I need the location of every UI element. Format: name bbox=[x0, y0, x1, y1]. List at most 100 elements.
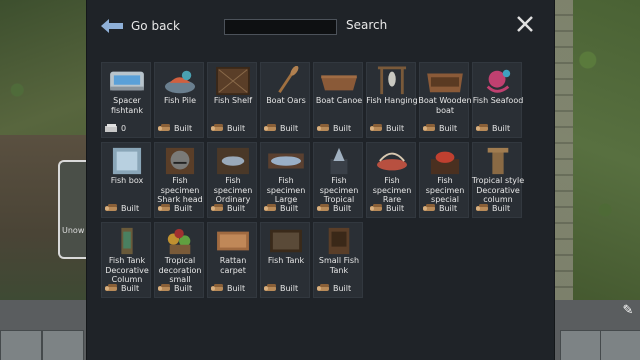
build-item-status: Built bbox=[104, 282, 139, 294]
wood-material-icon bbox=[211, 284, 223, 291]
build-item-status: Built bbox=[422, 202, 457, 214]
build-item-label: Spacer fishtank bbox=[110, 96, 144, 115]
build-item-status-text: Built bbox=[227, 203, 246, 213]
fish-specimen-tropical-icon bbox=[330, 147, 348, 175]
go-back-button[interactable]: Go back bbox=[101, 17, 180, 35]
build-item-status: Built bbox=[422, 122, 457, 134]
fish-tank-icon bbox=[270, 229, 302, 253]
build-item-small-fish-tank[interactable]: Small Fish Tank Built bbox=[313, 222, 363, 298]
build-item-status-text: Built bbox=[333, 283, 352, 293]
wood-material-icon bbox=[476, 204, 488, 211]
build-item-status-text: Built bbox=[386, 203, 405, 213]
build-item-status-text: Built bbox=[333, 203, 352, 213]
build-item-wooden-boat[interactable]: Boat Wooden boat Built bbox=[418, 62, 472, 138]
wood-material-icon bbox=[105, 284, 117, 291]
build-item-label: Fish specimen Rare bbox=[372, 176, 412, 204]
build-item-rattan-carpet[interactable]: Rattan carpet Built bbox=[207, 222, 257, 298]
build-item-fish-tank-column[interactable]: Fish Tank Decorative Column Built bbox=[101, 222, 151, 298]
build-item-fish-specimen-ordinary[interactable]: Fish specimen Ordinary Built bbox=[207, 142, 257, 218]
fish-pile-icon bbox=[165, 70, 195, 94]
build-item-status: 0 bbox=[104, 122, 126, 134]
build-item-status-text: Built bbox=[280, 123, 299, 133]
map-object-bench[interactable] bbox=[58, 160, 88, 259]
search-input[interactable] bbox=[224, 19, 337, 35]
wood-material-icon bbox=[211, 124, 223, 131]
wood-material-icon bbox=[370, 124, 382, 131]
build-item-fish-pile[interactable]: Fish Pile Built bbox=[154, 62, 204, 138]
build-item-fish-tank[interactable]: Fish Tank Built bbox=[260, 222, 310, 298]
architect-dialog: Go back Search Spacer fishtank 0 Fish Pile… bbox=[86, 0, 555, 360]
build-item-status-text: Built bbox=[439, 123, 458, 133]
fish-specimen-ordinary-icon bbox=[217, 147, 249, 175]
build-item-status-text: Built bbox=[174, 203, 193, 213]
build-item-fish-specimen-large[interactable]: Fish specimen Large Built bbox=[260, 142, 310, 218]
wood-material-icon bbox=[264, 124, 276, 131]
wood-material-icon bbox=[370, 204, 382, 211]
build-item-status: Built bbox=[475, 202, 510, 214]
build-item-spacer-fishtank[interactable]: Spacer fishtank 0 bbox=[101, 62, 151, 138]
build-item-label: Fish Seafood bbox=[472, 96, 524, 105]
wood-material-icon bbox=[158, 284, 170, 291]
build-item-status: Built bbox=[210, 202, 245, 214]
build-item-label: Boat Wooden boat bbox=[418, 96, 472, 115]
seafood-icon bbox=[486, 69, 511, 93]
build-item-fish-hanging[interactable]: Fish Hanging Built bbox=[366, 62, 418, 138]
build-item-label: Boat Oars bbox=[266, 96, 306, 105]
tropical-decoration-icon bbox=[167, 228, 191, 255]
build-item-status-text: Built bbox=[174, 283, 193, 293]
build-item-label: Fish Tank bbox=[267, 256, 305, 265]
build-item-label: Boat Canoe bbox=[315, 96, 363, 105]
build-item-status: Built bbox=[157, 202, 192, 214]
build-item-status: Built bbox=[263, 282, 298, 294]
stone-wall-right bbox=[553, 0, 573, 300]
rattan-carpet-icon bbox=[217, 231, 249, 251]
build-item-status-text: Built bbox=[121, 283, 140, 293]
spacer-fishtank-icon bbox=[110, 71, 144, 91]
build-item-boat-oars[interactable]: Boat Oars Built bbox=[260, 62, 310, 138]
build-item-seafood[interactable]: Fish Seafood Built bbox=[472, 62, 524, 138]
build-item-status: Built bbox=[263, 202, 298, 214]
build-item-label: Fish Hanging bbox=[366, 96, 418, 105]
build-item-fish-specimen-special[interactable]: Fish specimen special Built bbox=[419, 142, 469, 218]
build-item-status: Built bbox=[210, 122, 245, 134]
build-item-label: Fish specimen Shark head bbox=[157, 176, 203, 204]
build-item-label: Fish Shelf bbox=[213, 96, 253, 105]
fish-specimen-large-icon bbox=[268, 153, 304, 169]
go-back-label: Go back bbox=[131, 19, 180, 33]
close-icon[interactable] bbox=[514, 13, 536, 35]
small-fish-tank-icon bbox=[328, 227, 350, 255]
build-item-shark-head[interactable]: Fish specimen Shark head Built bbox=[154, 142, 204, 218]
wood-material-icon bbox=[105, 204, 117, 211]
build-item-fish-box[interactable]: Fish box Built bbox=[101, 142, 151, 218]
build-item-label: Tropical decoration small bbox=[158, 256, 202, 284]
build-item-tropical-column[interactable]: Tropical style Decorative column Built bbox=[472, 142, 524, 218]
build-item-fish-shelf[interactable]: Fish Shelf Built bbox=[207, 62, 257, 138]
build-item-status-text: Built bbox=[227, 283, 246, 293]
build-item-status: Built bbox=[369, 122, 404, 134]
build-item-status: Built bbox=[157, 282, 192, 294]
fish-box-icon bbox=[112, 147, 142, 175]
fish-hanging-icon bbox=[377, 66, 407, 95]
build-item-fish-specimen-rare[interactable]: Fish specimen Rare Built bbox=[366, 142, 416, 218]
build-item-status-text: Built bbox=[280, 203, 299, 213]
fish-specimen-rare-icon bbox=[377, 152, 407, 171]
build-item-status-text: Built bbox=[439, 203, 458, 213]
wood-material-icon bbox=[317, 284, 329, 291]
wood-material-icon bbox=[423, 124, 435, 131]
wood-material-icon bbox=[158, 204, 170, 211]
steel-material-icon bbox=[105, 124, 117, 132]
build-item-fish-specimen-tropical[interactable]: Fish specimen Tropical Built bbox=[313, 142, 363, 218]
build-item-tropical-decoration[interactable]: Tropical decoration small Built bbox=[154, 222, 204, 298]
wood-material-icon bbox=[317, 204, 329, 211]
boat-canoe-icon bbox=[321, 75, 357, 91]
build-item-status-text: Built bbox=[227, 123, 246, 133]
build-item-status: Built bbox=[316, 202, 351, 214]
build-item-label: Fish Pile bbox=[163, 96, 197, 105]
build-item-boat-canoe[interactable]: Boat Canoe Built bbox=[313, 62, 363, 138]
edit-icon[interactable]: ✎ bbox=[620, 303, 636, 319]
build-item-status-text: 0 bbox=[121, 123, 127, 133]
build-item-label: Fish specimen Tropical bbox=[319, 176, 359, 204]
fish-shelf-icon bbox=[216, 66, 250, 96]
build-item-status: Built bbox=[210, 282, 245, 294]
search-label: Search bbox=[346, 18, 388, 32]
